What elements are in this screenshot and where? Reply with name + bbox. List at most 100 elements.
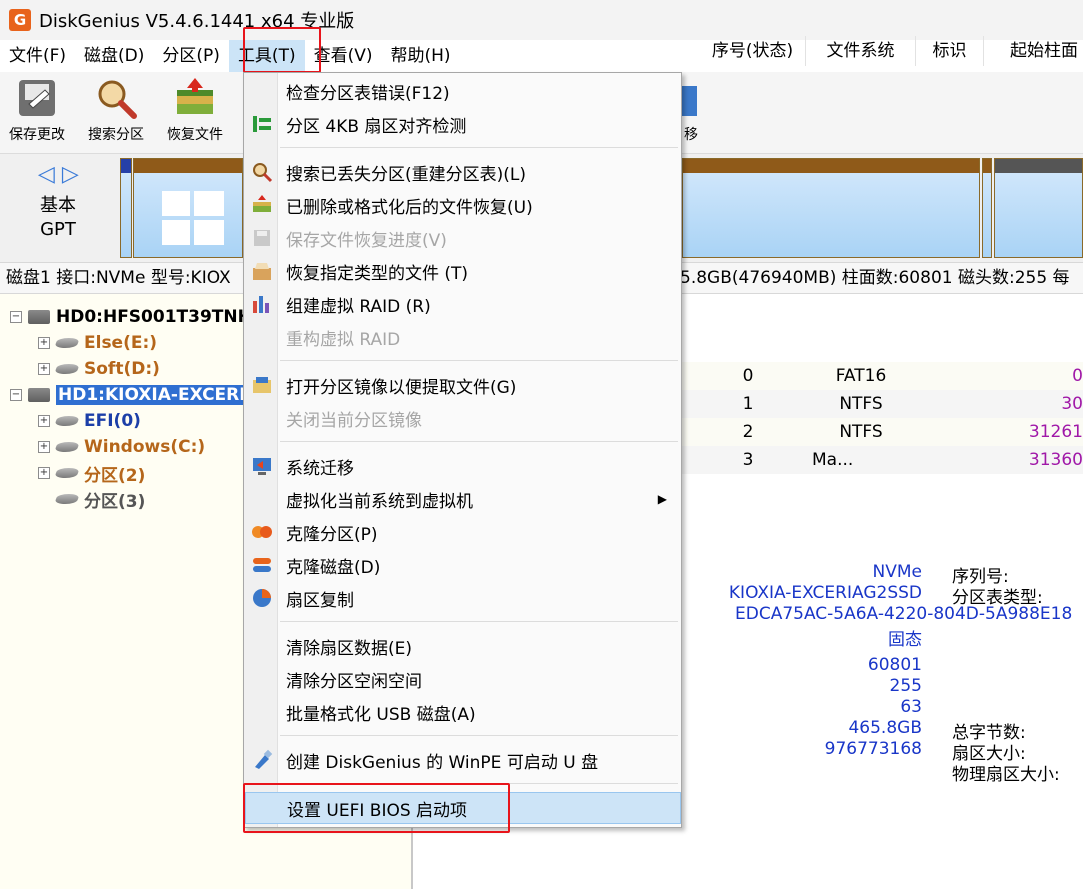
menu-item-label: 系统迁移 [286, 458, 354, 479]
usb-drive-icon [251, 749, 273, 771]
menu-item-label: 组建虚拟 RAID (R) [286, 296, 431, 317]
partition-block-efi[interactable] [120, 158, 132, 258]
menu-separator [280, 360, 678, 361]
cell-index: 1 [742, 394, 754, 414]
partition-icon [54, 442, 80, 452]
menu-open-partition-image[interactable]: 打开分区镜像以便提取文件(G) [245, 369, 681, 401]
menu-separator [280, 783, 678, 784]
expand-icon[interactable]: + [38, 363, 50, 375]
menu-rebuild-virtual-raid[interactable]: 重构虚拟 RAID [245, 321, 681, 353]
tree-partition-soft[interactable]: + Soft(D:) [38, 356, 160, 382]
menu-create-winpe-usb[interactable]: 创建 DiskGenius 的 WinPE 可启动 U 盘 [245, 744, 681, 776]
expand-icon[interactable]: + [38, 467, 50, 479]
menu-check-partition-table[interactable]: 检查分区表错误(F12) [245, 75, 681, 107]
disk-hd0-label: HD0:HFS001T39TNH [56, 307, 252, 327]
detail-cylinders: 60801 [867, 655, 922, 675]
menu-virtualize-system[interactable]: 虚拟化当前系统到虚拟机 ▶ [245, 483, 681, 515]
save-changes-button[interactable]: 保存更改 [2, 78, 72, 148]
recover-files-label: 恢复文件 [167, 127, 223, 143]
menu-clear-free-space[interactable]: 清除分区空闲空间 [245, 663, 681, 695]
menu-item-label: 检查分区表错误(F12) [286, 83, 450, 104]
disk-info-right: 5.8GB(476940MB) 柱面数:60801 磁头数:255 每 [680, 268, 1070, 288]
tree-disk-hd1[interactable]: − HD1:KIOXIA-EXCERI [10, 382, 248, 408]
menu-erase-sector-data[interactable]: 清除扇区数据(E) [245, 630, 681, 662]
raid-bars-icon [251, 293, 273, 315]
tree-partition-else[interactable]: + Else(E:) [38, 330, 157, 356]
disk-nav-arrows-icon[interactable]: ◁ ▷ [38, 162, 79, 187]
partition-soft-label: Soft(D:) [84, 359, 160, 379]
menu-item-label: 分区 4KB 扇区对齐检测 [286, 116, 467, 137]
menu-sector-copy[interactable]: 扇区复制 [245, 582, 681, 614]
save-icon [19, 80, 55, 116]
menu-search-lost-partitions[interactable]: 搜索已丢失分区(重建分区表)(L) [245, 156, 681, 188]
recover-files-button[interactable]: 恢复文件 [160, 78, 230, 148]
menu-disk[interactable]: 磁盘(D) [75, 40, 153, 72]
windows-logo-icon [162, 191, 224, 245]
expand-icon[interactable]: + [38, 441, 50, 453]
magnifier-icon [98, 80, 137, 119]
column-header-start-cylinder[interactable]: 起始柱面 [984, 36, 1083, 66]
label-physical-sector-size: 物理扇区大小: [952, 765, 1060, 785]
partition-else-label: Else(E:) [84, 333, 158, 353]
menu-system-migration[interactable]: 系统迁移 [245, 450, 681, 482]
cell-filesystem: Ma... [812, 450, 854, 470]
partition-windows-label: Windows(C:) [84, 437, 206, 457]
recover-stack-icon [251, 194, 273, 216]
collapse-icon[interactable]: − [10, 311, 22, 323]
migrate-icon [681, 86, 697, 116]
menu-item-label: 设置 UEFI BIOS 启动项 [287, 800, 468, 821]
menu-batch-format-usb[interactable]: 批量格式化 USB 磁盘(A) [245, 696, 681, 728]
column-header-flag[interactable]: 标识 [916, 36, 984, 66]
menu-item-label: 关闭当前分区镜像 [286, 410, 422, 431]
title-bar: G DiskGenius V5.4.6.1441 x64 专业版 [0, 0, 1083, 40]
partition-block-windows-right[interactable] [682, 158, 980, 258]
migrate-label-partial: 移 [684, 127, 698, 143]
menu-tools[interactable]: 工具(T) [228, 40, 305, 72]
menu-set-uefi-boot-entry[interactable]: 设置 UEFI BIOS 启动项 [245, 792, 681, 824]
tree-partition-2[interactable]: + 分区(2) [38, 460, 145, 486]
search-partition-button[interactable]: 搜索分区 [81, 78, 151, 148]
detail-capacity: 465.8GB [848, 718, 922, 738]
tree-partition-efi[interactable]: + EFI(0) [38, 408, 141, 434]
detail-model: KIOXIA-EXCERIAG2SSD [728, 583, 922, 603]
image-folder-icon [251, 374, 273, 396]
partition-block-2[interactable] [982, 158, 992, 258]
expand-icon[interactable]: + [38, 415, 50, 427]
cell-index: 0 [742, 366, 754, 386]
cell-filesystem: NTFS [839, 422, 883, 442]
menu-partition[interactable]: 分区(P) [153, 40, 229, 72]
partition-block-3[interactable] [994, 158, 1083, 258]
menu-save-recovery-progress[interactable]: 保存文件恢复进度(V) [245, 222, 681, 254]
sector-copy-icon [251, 587, 273, 609]
detail-sectors: 63 [900, 697, 922, 717]
menu-close-partition-image[interactable]: 关闭当前分区镜像 [245, 402, 681, 434]
tree-disk-hd0[interactable]: − HD0:HFS001T39TNH [10, 304, 252, 330]
menu-file[interactable]: 文件(F) [0, 40, 75, 72]
menu-item-label: 扇区复制 [286, 590, 354, 611]
expand-icon[interactable]: + [38, 337, 50, 349]
cell-filesystem: FAT16 [835, 366, 887, 386]
partition-efi-label: EFI(0) [84, 411, 141, 431]
file-type-recover-icon [251, 260, 273, 282]
hard-disk-icon [28, 310, 50, 324]
cell-start-cylinder: 31360 [1028, 450, 1083, 470]
submenu-arrow-icon: ▶ [657, 492, 667, 506]
menu-item-label: 虚拟化当前系统到虚拟机 [286, 491, 473, 512]
partition-block-windows[interactable] [133, 158, 243, 258]
column-header-index[interactable]: 序号(状态) [700, 36, 806, 66]
menu-clone-partition[interactable]: 克隆分区(P) [245, 516, 681, 548]
menu-view[interactable]: 查看(V) [305, 40, 382, 72]
menu-recover-file-types[interactable]: 恢复指定类型的文件 (T) [245, 255, 681, 287]
menu-deleted-file-recovery[interactable]: 已删除或格式化后的文件恢复(U) [245, 189, 681, 221]
tree-partition-3[interactable]: 分区(3) [54, 486, 145, 512]
menu-separator [280, 441, 678, 442]
partition-2-label: 分区(2) [84, 465, 146, 486]
menu-build-virtual-raid[interactable]: 组建虚拟 RAID (R) [245, 288, 681, 320]
tree-partition-windows[interactable]: + Windows(C:) [38, 434, 205, 460]
menu-clone-disk[interactable]: 克隆磁盘(D) [245, 549, 681, 581]
menu-item-label: 搜索已丢失分区(重建分区表)(L) [286, 164, 526, 185]
menu-help[interactable]: 帮助(H) [382, 40, 460, 72]
menu-4kb-alignment-check[interactable]: 分区 4KB 扇区对齐检测 [245, 108, 681, 140]
collapse-icon[interactable]: − [10, 389, 22, 401]
column-header-filesystem[interactable]: 文件系统 [806, 36, 916, 66]
